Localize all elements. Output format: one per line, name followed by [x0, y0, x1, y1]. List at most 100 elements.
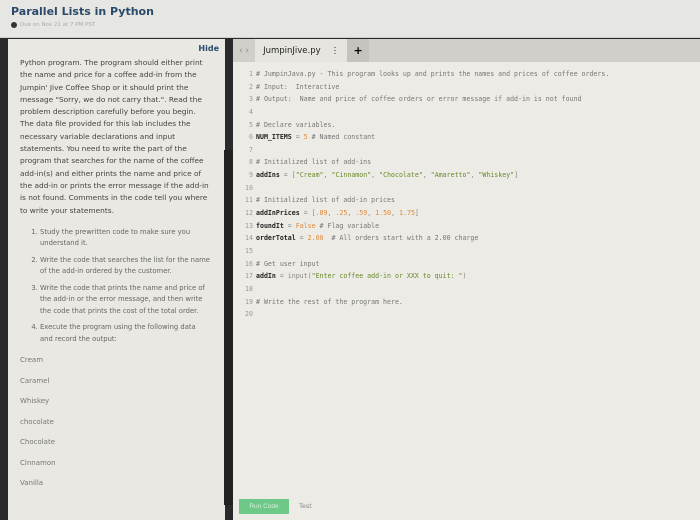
scroll-down-icon[interactable]: ⌄: [224, 500, 231, 509]
code-token: .89: [315, 209, 328, 218]
code-token: # Output: Name and price of coffee order…: [256, 95, 582, 104]
code-line[interactable]: 9 addIns = ["Cream", "Cinnamon", "Chocola…: [243, 169, 609, 182]
nav-arrows-icon[interactable]: ‹ ›: [233, 46, 255, 56]
line-number: 18: [245, 284, 253, 293]
code-token: "Enter coffee add-in or XXX to quit: ": [311, 272, 463, 281]
tab-bar: ‹ › JumpinJive.py ⋮ +: [233, 39, 700, 62]
test-data-item: chocolate: [20, 417, 54, 426]
code-line[interactable]: 6 NUM_ITEMS = 5 # Named constant: [243, 131, 609, 144]
file-tab[interactable]: JumpinJive.py ⋮: [255, 39, 348, 62]
test-data-item: Cream: [20, 356, 44, 365]
code-token: =: [291, 133, 304, 142]
test-data-list: Cream Caramel Whiskey chocolate Chocolate Cin…: [20, 350, 210, 494]
code-line[interactable]: 13 foundIt = False # Flag variable: [243, 220, 609, 233]
test-data-item: Caramel: [20, 376, 50, 385]
code-token: "Cinnamon": [331, 171, 372, 180]
code-token: # Declare variables.: [256, 120, 336, 129]
code-token: addIns: [256, 171, 280, 180]
step-item: Write the code that prints the name and …: [40, 283, 210, 318]
code-line[interactable]: 7: [243, 144, 609, 157]
code-token: "Cream": [295, 171, 324, 180]
code-line[interactable]: 18: [243, 283, 609, 296]
code-token: ]: [414, 209, 419, 218]
code-line[interactable]: 8 # Initialized list of add-ins: [243, 156, 609, 169]
code-token: =: [283, 221, 296, 230]
file-tab-label: JumpinJive.py: [263, 45, 321, 56]
code-editor[interactable]: ‹ › JumpinJive.py ⋮ + 1 # JumpinJava.py - …: [233, 39, 700, 520]
line-number: 13: [245, 221, 253, 230]
due-text: Due on Nov 21 at 7 PM PST: [20, 22, 96, 28]
line-number: 1: [249, 70, 253, 78]
more-options-icon[interactable]: ⋮: [331, 46, 340, 56]
code-token: ,: [371, 171, 380, 180]
line-number: 15: [245, 246, 253, 255]
code-token: orderTotal: [256, 234, 296, 243]
line-number: 11: [245, 196, 253, 205]
code-token: "Amaretto": [430, 171, 471, 180]
test-data-item: Vanilla: [20, 479, 44, 488]
step-item: Study the prewritten code to make sure y…: [40, 227, 210, 250]
step-item: Execute the program using the following …: [40, 322, 210, 345]
line-number: 8: [249, 158, 253, 167]
line-number: 14: [245, 234, 253, 243]
code-line[interactable]: 20: [243, 308, 609, 321]
code-token: = [: [299, 209, 316, 218]
code-token: # Initialized list of add-ins: [256, 158, 372, 167]
code-area[interactable]: 1 # JumpinJava.py - This program looks up…: [243, 68, 609, 321]
code-token: = [: [279, 171, 296, 180]
code-token: .25: [335, 209, 348, 218]
code-line[interactable]: 3 # Output: Name and price of coffee orde…: [243, 93, 609, 106]
line-number: 4: [249, 107, 253, 116]
line-number: 10: [245, 183, 253, 192]
code-token: ,: [391, 209, 400, 218]
code-line[interactable]: 15: [243, 245, 609, 258]
scrollbar[interactable]: [224, 150, 233, 505]
code-token: # Named constant: [307, 133, 376, 142]
hide-button[interactable]: Hide: [198, 44, 219, 53]
code-token: ,: [422, 171, 431, 180]
code-line[interactable]: 14 orderTotal = 2.00 # All orders start w…: [243, 232, 609, 245]
code-line[interactable]: 4: [243, 106, 609, 119]
code-token: NUM_ITEMS: [256, 133, 292, 142]
code-line[interactable]: 2 # Input: Interactive: [243, 81, 609, 94]
code-line[interactable]: 11 # Initialized list of add-in prices: [243, 194, 609, 207]
code-token: addInPrices: [256, 209, 300, 218]
code-token: "Chocolate": [379, 171, 423, 180]
code-line[interactable]: 12 addInPrices = [.89, .25, .59, 1.50, 1.…: [243, 207, 609, 220]
line-number: 6: [249, 133, 253, 142]
line-number: 16: [245, 259, 253, 268]
test-data-item: Chocolate: [20, 438, 56, 447]
code-token: foundIt: [256, 221, 284, 230]
run-code-button[interactable]: Run Code: [239, 499, 289, 514]
add-file-button[interactable]: +: [347, 39, 370, 62]
steps-list: Study the prewritten code to make sure y…: [20, 227, 210, 346]
test-button[interactable]: Test: [299, 502, 312, 510]
code-line[interactable]: 10: [243, 182, 609, 195]
code-token: 1.50: [375, 209, 392, 218]
code-token: 2.00: [307, 234, 324, 243]
code-token: "Whiskey": [478, 171, 515, 180]
code-token: # JumpinJava.py - This program looks up …: [256, 70, 610, 78]
test-data-item: Whiskey: [20, 397, 50, 406]
code-line[interactable]: 1 # JumpinJava.py - This program looks up…: [243, 68, 609, 81]
code-line[interactable]: 16 # Get user input: [243, 258, 609, 271]
code-token: ): [462, 272, 467, 281]
line-number: 9: [249, 171, 253, 180]
line-number: 2: [249, 82, 253, 91]
assignment-title: Parallel Lists in Python: [11, 5, 154, 18]
line-number: 12: [245, 209, 253, 218]
code-token: # Write the rest of the program here.: [256, 297, 403, 306]
line-number: 17: [245, 272, 253, 281]
code-token: = input(: [275, 272, 312, 281]
code-token: =: [295, 234, 308, 243]
assignment-header: Parallel Lists in Python Due on Nov 21 a…: [0, 0, 700, 38]
instructions-panel: Hide Python program. The program should …: [8, 39, 235, 520]
step-item: Write the code that searches the list fo…: [40, 255, 210, 278]
code-line[interactable]: 17 addIn = input("Enter coffee add-in or …: [243, 270, 609, 283]
code-token: # Get user input: [256, 259, 320, 268]
line-number: 20: [245, 310, 253, 319]
code-line[interactable]: 5 # Declare variables.: [243, 119, 609, 132]
code-token: # All orders start with a 2.00 charge: [323, 234, 479, 243]
line-number: 5: [249, 120, 253, 129]
code-line[interactable]: 19 # Write the rest of the program here.: [243, 296, 609, 309]
